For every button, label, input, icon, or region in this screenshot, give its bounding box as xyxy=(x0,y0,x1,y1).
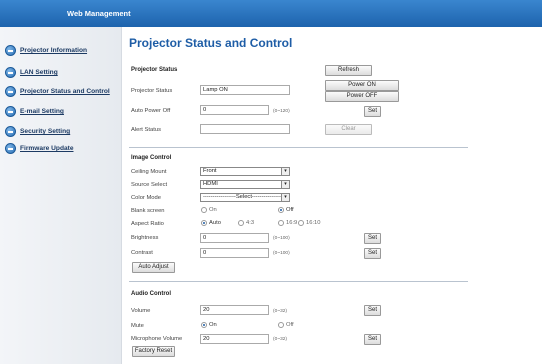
auto-power-off-set-button[interactable]: Set xyxy=(364,106,381,117)
ceiling-mount-label: Ceiling Mount xyxy=(131,169,167,175)
radio-label: On xyxy=(209,322,217,328)
microphone-volume-input[interactable]: 20 xyxy=(200,334,269,344)
page-title: Projector Status and Control xyxy=(129,36,293,50)
aspect-ratio-4-3-radio[interactable]: 4:3 xyxy=(238,220,254,226)
source-select[interactable]: HDMI ▾ xyxy=(200,180,290,189)
alert-status-field xyxy=(200,124,290,134)
aspect-ratio-label: Aspect Ratio xyxy=(131,221,164,227)
mute-label: Mute xyxy=(131,323,144,329)
arrow-circle-icon xyxy=(5,143,16,154)
sidebar-item-firmware-update[interactable]: Firmware Update xyxy=(5,143,74,154)
contrast-label: Contrast xyxy=(131,250,153,256)
volume-label: Volume xyxy=(131,308,151,314)
main-content: Projector Status and Control Projector S… xyxy=(122,27,542,364)
arrow-circle-icon xyxy=(5,106,16,117)
projector-status-field: Lamp ON xyxy=(200,85,290,95)
sidebar: Projector Information LAN Setting Projec… xyxy=(0,27,122,364)
radio-icon xyxy=(298,220,304,226)
chevron-down-icon: ▾ xyxy=(281,181,289,188)
refresh-button[interactable]: Refresh xyxy=(325,65,372,76)
sidebar-item-label[interactable]: Security Setting xyxy=(20,128,70,135)
mute-on-radio[interactable]: On xyxy=(201,322,217,328)
sidebar-item-label[interactable]: Firmware Update xyxy=(20,145,74,152)
radio-label: 4:3 xyxy=(246,220,255,226)
color-mode-label: Color Mode xyxy=(131,195,161,201)
top-banner: Web Management xyxy=(0,0,542,27)
auto-power-off-input[interactable]: 0 xyxy=(200,105,269,115)
radio-label: Off xyxy=(286,322,294,328)
radio-selected-icon xyxy=(278,207,284,213)
arrow-circle-icon xyxy=(5,86,16,97)
alert-status-label: Alert Status xyxy=(131,127,161,133)
aspect-ratio-auto-radio[interactable]: Auto xyxy=(201,220,221,226)
volume-input[interactable]: 20 xyxy=(200,305,269,315)
contrast-input[interactable]: 0 xyxy=(200,248,269,258)
chevron-down-icon: ▾ xyxy=(281,194,289,201)
sidebar-item-email-setting[interactable]: E-mail Setting xyxy=(5,106,64,117)
radio-selected-icon xyxy=(201,322,207,328)
microphone-volume-label: Microphone Volume xyxy=(131,336,183,342)
audio-control-heading: Audio Control xyxy=(131,291,171,297)
auto-power-off-range: (0~120) xyxy=(273,109,290,114)
sidebar-item-label[interactable]: Projector Status and Control xyxy=(20,88,110,95)
radio-label: Off xyxy=(286,207,294,213)
sidebar-item-projector-information[interactable]: Projector Information xyxy=(5,45,87,56)
chevron-down-icon: ▾ xyxy=(281,168,289,175)
radio-icon xyxy=(201,207,207,213)
arrow-circle-icon xyxy=(5,67,16,78)
source-select-label: Source Select xyxy=(131,182,168,188)
projector-status-label: Projector Status xyxy=(131,88,173,94)
auto-adjust-button[interactable]: Auto Adjust xyxy=(132,262,175,273)
brightness-input[interactable]: 0 xyxy=(200,233,269,243)
volume-set-button[interactable]: Set xyxy=(364,305,381,316)
sidebar-item-lan-setting[interactable]: LAN Setting xyxy=(5,67,58,78)
contrast-range: (0~100) xyxy=(273,251,290,256)
auto-power-off-label: Auto Power Off xyxy=(131,108,171,114)
brightness-set-button[interactable]: Set xyxy=(364,233,381,244)
power-off-button[interactable]: Power OFF xyxy=(325,91,399,102)
sidebar-item-projector-status-and-control[interactable]: Projector Status and Control xyxy=(5,86,110,97)
app-title: Web Management xyxy=(67,9,131,18)
clear-button[interactable]: Clear xyxy=(325,124,372,135)
color-mode-value: -----------------Select----------------- xyxy=(203,194,285,200)
radio-icon xyxy=(278,220,284,226)
radio-selected-icon xyxy=(201,220,207,226)
ceiling-mount-select[interactable]: Front ▾ xyxy=(200,167,290,176)
power-on-button[interactable]: Power ON xyxy=(325,80,399,91)
divider xyxy=(129,281,468,282)
sidebar-item-label[interactable]: Projector Information xyxy=(20,47,87,54)
aspect-ratio-16-10-radio[interactable]: 16:10 xyxy=(298,220,321,226)
contrast-set-button[interactable]: Set xyxy=(364,248,381,259)
sidebar-item-label[interactable]: E-mail Setting xyxy=(20,108,64,115)
image-control-heading: Image Control xyxy=(131,155,172,161)
factory-reset-button[interactable]: Factory Reset xyxy=(132,346,175,357)
sidebar-item-label[interactable]: LAN Setting xyxy=(20,69,58,76)
blank-screen-label: Blank screen xyxy=(131,208,165,214)
microphone-volume-range: (0~32) xyxy=(273,337,287,342)
color-mode-select[interactable]: -----------------Select-----------------… xyxy=(200,193,290,202)
arrow-circle-icon xyxy=(5,45,16,56)
mute-off-radio[interactable]: Off xyxy=(278,322,294,328)
microphone-volume-set-button[interactable]: Set xyxy=(364,334,381,345)
arrow-circle-icon xyxy=(5,126,16,137)
radio-label: Auto xyxy=(209,220,221,226)
projector-status-heading: Projector Status xyxy=(131,67,178,73)
blank-screen-off-radio[interactable]: Off xyxy=(278,207,294,213)
sidebar-item-security-setting[interactable]: Security Setting xyxy=(5,126,70,137)
brightness-label: Brightness xyxy=(131,235,159,241)
aspect-ratio-16-9-radio[interactable]: 16:9 xyxy=(278,220,297,226)
ceiling-mount-value: Front xyxy=(203,168,217,174)
brightness-range: (0~100) xyxy=(273,236,290,241)
divider xyxy=(129,147,468,148)
radio-label: On xyxy=(209,207,217,213)
radio-label: 16:9 xyxy=(286,220,298,226)
radio-icon xyxy=(278,322,284,328)
blank-screen-on-radio[interactable]: On xyxy=(201,207,217,213)
source-select-value: HDMI xyxy=(203,181,218,187)
volume-range: (0~32) xyxy=(273,309,287,314)
radio-label: 16:10 xyxy=(306,220,321,226)
radio-icon xyxy=(238,220,244,226)
